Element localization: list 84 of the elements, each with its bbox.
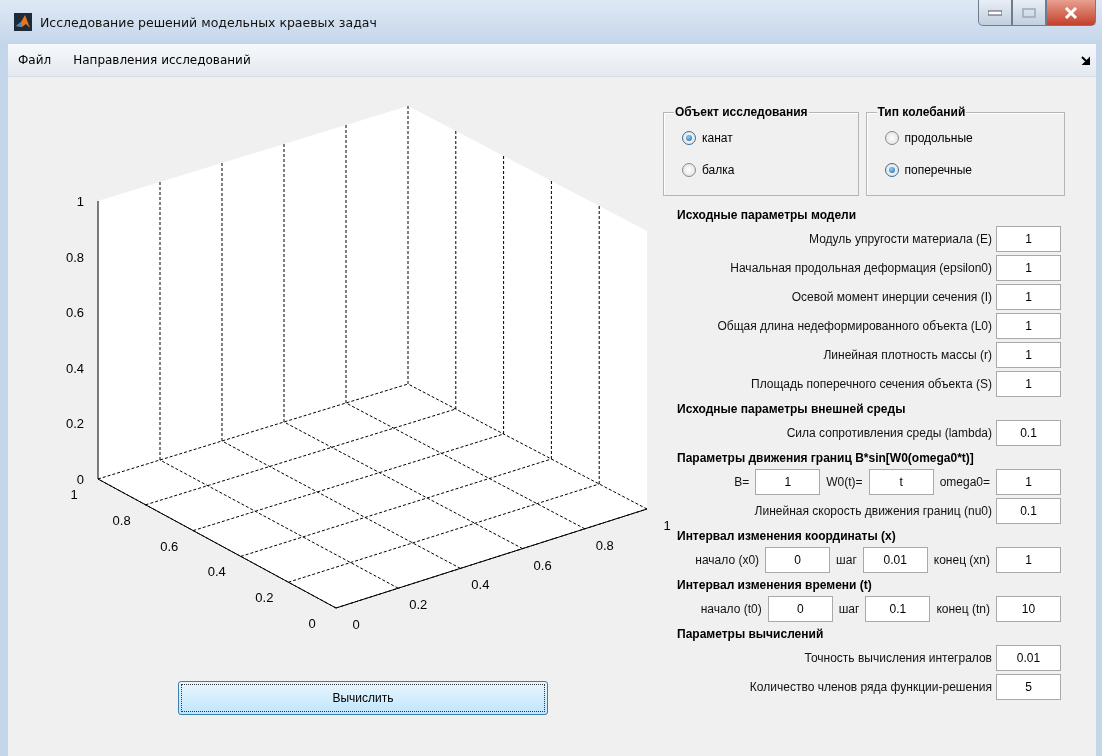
section-title: Параметры движения границ B*sin[W0(omega0*t)] [676,451,975,465]
maximize-icon [1022,7,1036,18]
group-title: Объект исследования [674,105,809,119]
z-axis-tick-label: 0.6 [65,305,84,321]
x-axis-tick-label: 0.2 [409,597,428,613]
compute-button[interactable]: Вычислить [178,681,548,715]
field-label: Площадь поперечного сечения объекта (S) [751,377,992,391]
group-title: Тип колебаний [876,105,967,119]
input-field[interactable]: 1 [996,255,1061,281]
menu-item[interactable]: Направления исследований [73,53,251,67]
field-label: W0(t)= [826,475,863,489]
maximize-button[interactable] [1012,0,1046,26]
section-title: Интервал изменения времени (t) [676,578,873,592]
input-field[interactable]: 1 [996,313,1061,339]
input-field[interactable]: 0.1 [996,420,1061,446]
field-label: B= [734,475,750,489]
input-field[interactable]: 0.1 [996,498,1061,524]
field-label: Модуль упругости материала (E) [809,232,992,246]
input-field[interactable]: 0 [765,547,831,573]
input-field[interactable]: 1 [755,469,821,495]
field-label: Сила сопротивления среды (lambda) [786,426,992,440]
window-title: Исследование решений модельных краевых задач [40,14,377,30]
field-label: Осевой момент инерции сечения (I) [791,290,992,304]
minimize-button[interactable] [978,0,1012,26]
close-button[interactable] [1046,0,1096,26]
section-title: Исходные параметры модели [676,208,858,222]
radio-label: канат [702,131,733,145]
field-label: Общая длина недеформированного объекта (L0) [717,319,992,333]
input-field[interactable]: 1 [996,371,1061,397]
y-axis-tick-label: 1 [70,487,78,502]
input-field[interactable]: 0.01 [996,645,1061,671]
radio-label: балка [702,163,735,177]
field-label: шаг [836,553,857,567]
field-label: Количество членов ряда функции-решения [749,680,992,694]
field-label: конец (tn) [936,602,990,616]
x-axis-tick-label: 1 [663,518,671,533]
section-title: Исходные параметры внешней среды [676,402,907,416]
y-axis-tick-label: 0.6 [160,538,179,554]
field-label: шаг [838,602,860,616]
field-label: omega0= [939,475,990,489]
y-axis-tick-label: 0.2 [255,590,274,606]
z-axis-tick-label: 0 [76,472,84,487]
x-axis-tick-label: 0.8 [595,537,614,553]
input-field[interactable]: 0 [767,596,833,622]
input-field[interactable]: 1 [996,284,1061,310]
y-axis-tick-label: 0 [308,616,316,631]
section-title: Интервал изменения координаты (x) [676,529,897,543]
minimize-icon [988,9,1002,16]
input-field[interactable]: 5 [996,674,1061,700]
field-label: Начальная продольная деформация (epsilon0) [730,261,992,275]
section-title: Параметры вычислений [676,627,825,641]
y-axis-tick-label: 0.4 [207,564,226,580]
radio-button[interactable] [682,131,696,145]
z-axis-tick-label: 0.8 [65,249,84,265]
input-field[interactable]: 1 [996,342,1061,368]
dock-arrow-icon[interactable] [1081,56,1090,65]
x-axis-tick-label: 0 [352,617,360,632]
field-label: начало (t0) [700,602,762,616]
radio-button[interactable] [884,163,899,177]
input-field[interactable]: 0.1 [865,596,931,622]
radio-button[interactable] [884,131,899,145]
radio-label: продольные [904,131,973,145]
menu-item[interactable]: Файл [18,53,52,67]
field-label: Линейная скорость движения границ (nu0) [754,504,992,518]
y-axis-tick-label: 0.8 [112,512,131,528]
input-field[interactable]: 0.01 [862,547,928,573]
z-axis-tick-label: 1 [76,194,84,209]
input-field[interactable]: 1 [996,226,1061,252]
x-axis-tick-label: 0.6 [533,557,552,573]
input-field[interactable]: 1 [996,547,1061,573]
input-field[interactable]: 10 [996,596,1061,622]
z-axis-tick-label: 0.4 [65,360,84,376]
radio-button[interactable] [682,163,696,177]
x-axis-tick-label: 0.4 [471,577,490,593]
field-label: конец (xn) [933,553,990,567]
field-label: Точность вычисления интегралов [804,651,992,665]
close-icon [1064,6,1078,19]
radio-label: поперечные [904,163,972,177]
z-axis-tick-label: 0.2 [65,416,84,432]
app-logo-icon [14,13,32,31]
input-field[interactable]: 1 [996,469,1061,495]
field-label: начало (x0) [695,553,760,567]
input-field[interactable]: t [868,469,934,495]
field-label: Линейная плотность массы (r) [823,348,992,362]
